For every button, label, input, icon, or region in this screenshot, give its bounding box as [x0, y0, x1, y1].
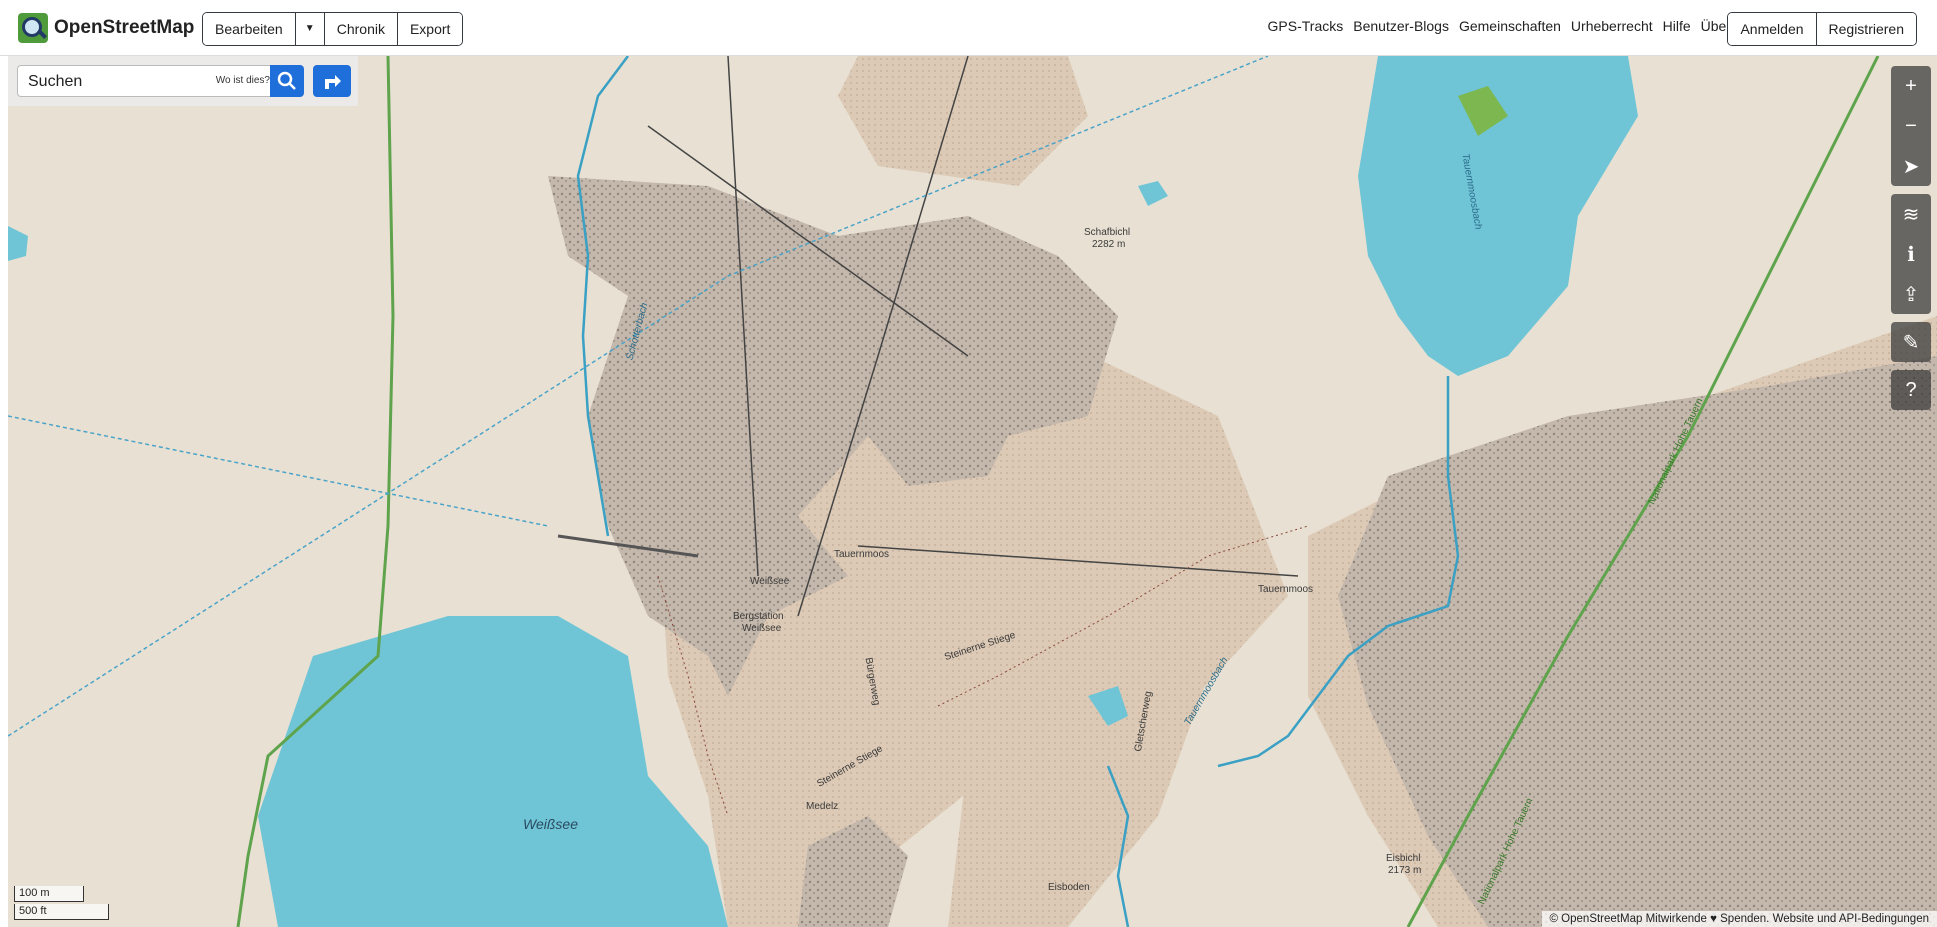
pond	[8, 226, 28, 261]
scale-bar: 100 m 500 ft	[14, 886, 109, 922]
nav-gps-tracks[interactable]: GPS-Tracks	[1268, 18, 1344, 34]
layers-icon[interactable]: ≋	[1891, 194, 1931, 234]
query-controls: ?	[1891, 370, 1931, 410]
share-icon[interactable]: ⇪	[1891, 274, 1931, 314]
history-button[interactable]: Chronik	[324, 13, 398, 45]
edit-button-group: Bearbeiten ▼ Chronik Export	[202, 12, 464, 46]
map-canvas[interactable]: Weißsee Schafbichl 2282 m Tauernmoos Tau…	[8, 56, 1937, 927]
export-button[interactable]: Export	[397, 13, 463, 45]
label-eisboden: Eisboden	[1048, 882, 1090, 893]
layer-controls: ≋ ℹ ⇪	[1891, 194, 1931, 314]
ski-route	[8, 415, 549, 527]
label-weissee-station: Weißsee	[750, 576, 790, 587]
scale-meters: 100 m	[14, 886, 84, 902]
login-button[interactable]: Anmelden	[1728, 13, 1817, 45]
label-bergstation-2: Weißsee	[742, 623, 782, 634]
add-note-icon[interactable]: ✎	[1891, 322, 1931, 362]
pond	[1138, 181, 1168, 206]
label-eisbichl-elevation: 2173 m	[1388, 865, 1422, 876]
label-schafbichl: Schafbichl	[1084, 227, 1131, 238]
scree-area	[838, 56, 1088, 186]
search-input[interactable]	[26, 72, 210, 92]
label-medelz: Medelz	[806, 801, 839, 812]
directions-icon	[325, 75, 341, 89]
label-schafbichl-elevation: 2282 m	[1092, 239, 1126, 250]
register-button[interactable]: Registrieren	[1816, 13, 1916, 45]
search-panel: Wo ist dies?	[8, 56, 358, 106]
directions-button[interactable]	[313, 65, 351, 97]
nav-about[interactable]: Über	[1701, 18, 1731, 34]
what-is-here-link[interactable]: Wo ist dies?	[216, 75, 270, 86]
nav-user-blogs[interactable]: Benutzer-Blogs	[1353, 18, 1449, 34]
label-tauernmoos: Tauernmoos	[834, 549, 890, 560]
search-button[interactable]	[270, 65, 304, 97]
logo-text: OpenStreetMap	[54, 17, 195, 38]
locate-icon[interactable]: ➤	[1891, 146, 1931, 186]
nav-help[interactable]: Hilfe	[1663, 18, 1691, 34]
zoom-controls: + − ➤	[1891, 66, 1931, 186]
label-eisbichl: Eisbichl	[1386, 853, 1421, 864]
osm-logo[interactable]: OpenStreetMap	[18, 13, 194, 43]
nav-communities[interactable]: Gemeinschaften	[1459, 18, 1561, 34]
query-features-icon[interactable]: ?	[1891, 370, 1931, 410]
nav-links: GPS-Tracks Benutzer-Blogs Gemeinschaften…	[1268, 18, 1731, 34]
edit-button[interactable]: Bearbeiten	[203, 13, 296, 45]
nav-copyright[interactable]: Urheberrecht	[1571, 18, 1653, 34]
label-bergstation: Bergstation	[733, 611, 784, 622]
header: OpenStreetMap Bearbeiten ▼ Chronik Expor…	[0, 0, 1937, 56]
osm-logo-icon	[18, 13, 48, 43]
zoom-in-icon[interactable]: +	[1891, 66, 1931, 106]
zoom-out-icon[interactable]: −	[1891, 106, 1931, 146]
label-tauernmoos-2: Tauernmoos	[1258, 584, 1314, 595]
attribution[interactable]: © OpenStreetMap Mitwirkende ♥ Spenden. W…	[1541, 911, 1937, 927]
map-graphics	[8, 56, 1937, 927]
note-controls: ✎	[1891, 322, 1931, 362]
search-box: Wo ist dies?	[17, 65, 277, 97]
map-controls: + − ➤ ≋ ℹ ⇪ ✎ ?	[1891, 66, 1931, 418]
weissee-lake	[258, 616, 728, 927]
auth-button-group: Anmelden Registrieren	[1727, 12, 1917, 46]
edit-dropdown-icon[interactable]: ▼	[295, 13, 325, 45]
info-icon[interactable]: ℹ	[1891, 234, 1931, 274]
search-icon	[277, 71, 296, 90]
label-weissee-lake: Weißsee	[523, 816, 578, 832]
scale-feet: 500 ft	[14, 904, 109, 920]
